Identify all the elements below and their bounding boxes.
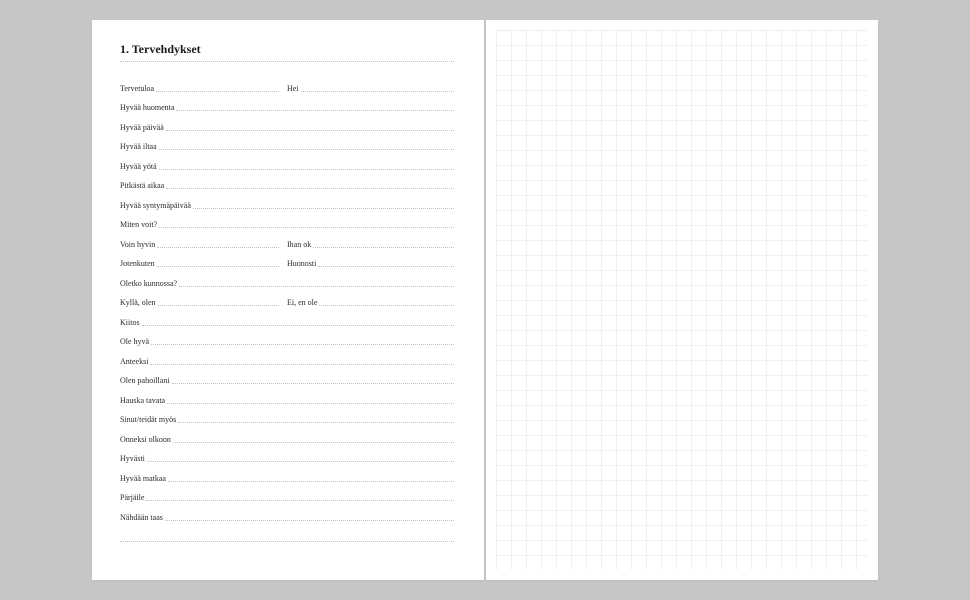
vocab-term: Hyvää huomenta [120, 103, 176, 113]
vocab-half-left: Voin hyvin [120, 240, 287, 250]
fill-line [158, 305, 279, 306]
vocab-term: Kiitos [120, 318, 142, 328]
fill-line [179, 286, 454, 287]
vocab-half-left: Tervetuloa [120, 84, 287, 94]
vocab-row: Pitkästä aikaa [120, 172, 454, 192]
vocab-row: Ole hyvä [120, 328, 454, 348]
vocab-term: Hauska tavata [120, 396, 167, 406]
vocab-row: Olen pahoillani [120, 367, 454, 387]
fill-line [159, 169, 454, 170]
vocab-half-left: Jotenkuten [120, 259, 287, 269]
vocab-row: Tervetuloa Hei [120, 74, 454, 94]
fill-line [151, 344, 454, 345]
vocab-row: Kiitos [120, 308, 454, 328]
vocab-term: Pitkästä aikaa [120, 181, 166, 191]
fill-line [157, 247, 279, 248]
vocab-term: Kyllä, olen [120, 298, 158, 308]
fill-line [159, 149, 454, 150]
vocab-row: Nähdään taas [120, 503, 454, 523]
vocab-row: Hyvää huomenta [120, 94, 454, 114]
vocab-row: Jotenkuten Huonosti [120, 250, 454, 270]
vocab-half-right: Hei [287, 84, 454, 94]
blank-line [120, 523, 454, 543]
vocab-half-right: Ihan ok [287, 240, 454, 250]
fill-line [150, 364, 454, 365]
right-page [486, 20, 878, 580]
vocab-term: Miten voit? [120, 220, 159, 230]
vocabulary-list: Tervetuloa Hei Hyvää huomenta Hyvää päivää H… [120, 74, 454, 544]
vocab-row: Kyllä, olen Ei, en ole [120, 289, 454, 309]
vocab-row: Voin hyvin Ihan ok [120, 230, 454, 250]
vocab-row: Anteeksi [120, 347, 454, 367]
vocab-term: Oletko kunnossa? [120, 279, 179, 289]
fill-line [172, 383, 454, 384]
vocab-row: Sinut/teidät myös [120, 406, 454, 426]
fill-line [173, 442, 454, 443]
vocab-term: Olen pahoillani [120, 376, 172, 386]
fill-line [166, 188, 454, 189]
vocab-term: Hyvästi [120, 454, 147, 464]
vocab-half-right: Ei, en ole [287, 298, 454, 308]
title-underline [120, 61, 454, 62]
fill-line [142, 325, 454, 326]
vocab-row: Miten voit? [120, 211, 454, 231]
vocab-row: Hyvää iltaa [120, 133, 454, 153]
fill-line [146, 500, 454, 501]
vocab-term: Ihan ok [287, 240, 313, 250]
fill-line [301, 91, 454, 92]
vocab-term: Ole hyvä [120, 337, 151, 347]
fill-line [166, 130, 454, 131]
vocab-row: Hyvää päivää [120, 113, 454, 133]
fill-line [319, 305, 454, 306]
vocab-row: Onneksi olkoon [120, 425, 454, 445]
vocab-row: Hyvää yötä [120, 152, 454, 172]
vocab-term: Anteeksi [120, 357, 150, 367]
vocab-term: Hei [287, 84, 301, 94]
grid-paper [496, 30, 868, 570]
vocab-row: Hauska tavata [120, 386, 454, 406]
vocab-term: Huonosti [287, 259, 318, 269]
vocab-term: Hyvää päivää [120, 123, 166, 133]
vocab-term: Hyvää matkaa [120, 474, 168, 484]
vocab-row: Pärjäile [120, 484, 454, 504]
vocab-term: Tervetuloa [120, 84, 156, 94]
vocab-term: Sinut/teidät myös [120, 415, 178, 425]
vocab-half-right: Huonosti [287, 259, 454, 269]
fill-line [193, 208, 454, 209]
fill-line [178, 422, 454, 423]
fill-line [313, 247, 454, 248]
vocab-term: Nähdään taas [120, 513, 165, 523]
fill-line [167, 403, 454, 404]
vocab-term: Hyvää iltaa [120, 142, 159, 152]
vocab-term: Voin hyvin [120, 240, 157, 250]
section-title: 1. Tervehdykset [120, 42, 454, 57]
vocab-term: Onneksi olkoon [120, 435, 173, 445]
vocab-row: Hyvää syntymäpäivää [120, 191, 454, 211]
fill-line [168, 481, 454, 482]
fill-line [165, 520, 454, 521]
vocab-term: Jotenkuten [120, 259, 157, 269]
left-page: 1. Tervehdykset Tervetuloa Hei Hyvää huome… [92, 20, 484, 580]
fill-line [176, 110, 454, 111]
fill-line [318, 266, 454, 267]
vocab-row: Hyvää matkaa [120, 464, 454, 484]
vocab-half-left: Kyllä, olen [120, 298, 287, 308]
vocab-term: Hyvää yötä [120, 162, 159, 172]
vocab-row: Oletko kunnossa? [120, 269, 454, 289]
vocab-term: Pärjäile [120, 493, 146, 503]
fill-line [156, 91, 279, 92]
fill-line [147, 461, 454, 462]
vocab-term: Hyvää syntymäpäivää [120, 201, 193, 211]
fill-line [159, 227, 454, 228]
fill-line [157, 266, 279, 267]
page-spread: 1. Tervehdykset Tervetuloa Hei Hyvää huome… [92, 20, 878, 580]
vocab-row: Hyvästi [120, 445, 454, 465]
vocab-term: Ei, en ole [287, 298, 319, 308]
